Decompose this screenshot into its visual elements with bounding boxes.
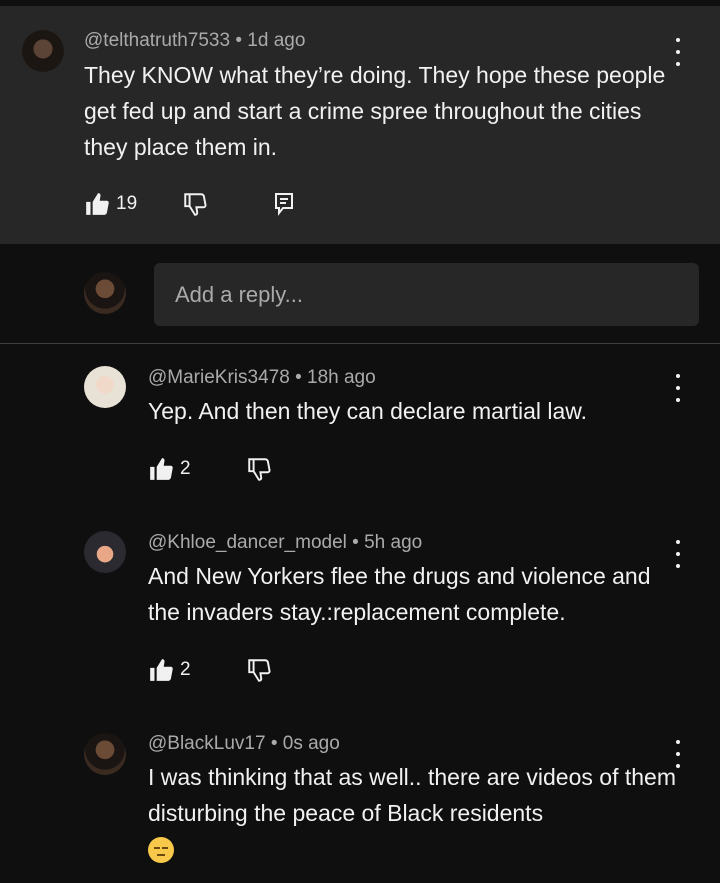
comment-time: 18h ago: [307, 367, 376, 388]
reply-button[interactable]: [272, 191, 296, 217]
like-button[interactable]: 2: [148, 657, 191, 683]
meta-separator: •: [352, 532, 359, 553]
comment-text: Yep. And then they can declare martial l…: [148, 398, 587, 424]
dislike-button[interactable]: [246, 456, 272, 482]
meta-separator: •: [295, 367, 302, 388]
comment-time: 1d ago: [247, 30, 306, 51]
dislike-button[interactable]: [246, 657, 272, 683]
comment-author[interactable]: @telthatruth7533: [84, 30, 230, 51]
like-count: 2: [180, 458, 191, 479]
comment-meta: @BlackLuv17 • 0s ago: [148, 733, 340, 755]
thumbs-up-icon: [86, 193, 109, 215]
avatar[interactable]: [84, 366, 126, 408]
thumbs-down-icon: [248, 458, 271, 481]
comment-meta: @telthatruth7533 • 1d ago: [84, 30, 305, 52]
thumbs-up-icon: [150, 458, 173, 480]
meta-separator: •: [235, 30, 242, 51]
comment-meta: @MarieKris3478 • 18h ago: [148, 367, 376, 389]
pensive-face-emoji: [148, 837, 174, 863]
comment-text: They KNOW what they’re doing. They hope …: [84, 62, 666, 160]
like-button[interactable]: 19: [84, 191, 137, 217]
reply-placeholder: Add a reply...: [175, 281, 303, 307]
comment-text: And New Yorkers flee the drugs and viole…: [148, 563, 651, 625]
comment-time: 5h ago: [364, 532, 423, 553]
comment-time: 0s ago: [282, 733, 340, 754]
comment-icon: [275, 193, 293, 216]
comment-author[interactable]: @Khloe_dancer_model: [148, 532, 347, 553]
comment-author[interactable]: @BlackLuv17: [148, 733, 266, 754]
avatar: [84, 272, 126, 314]
avatar[interactable]: [84, 733, 126, 775]
thumbs-down-icon: [248, 659, 271, 682]
reply-input[interactable]: Add a reply...: [154, 263, 699, 326]
like-count: 2: [180, 659, 191, 680]
avatar[interactable]: [84, 531, 126, 573]
comment-author[interactable]: @MarieKris3478: [148, 367, 290, 388]
divider: [0, 343, 720, 344]
thumbs-down-icon: [184, 193, 207, 216]
comment-text: I was thinking that as well.. there are …: [148, 764, 676, 826]
dislike-button[interactable]: [182, 191, 208, 217]
like-button[interactable]: 2: [148, 456, 191, 482]
avatar[interactable]: [22, 30, 64, 72]
thumbs-up-icon: [150, 659, 173, 681]
comment-meta: @Khloe_dancer_model • 5h ago: [148, 532, 422, 554]
like-count: 19: [116, 193, 138, 214]
meta-separator: •: [270, 733, 278, 754]
